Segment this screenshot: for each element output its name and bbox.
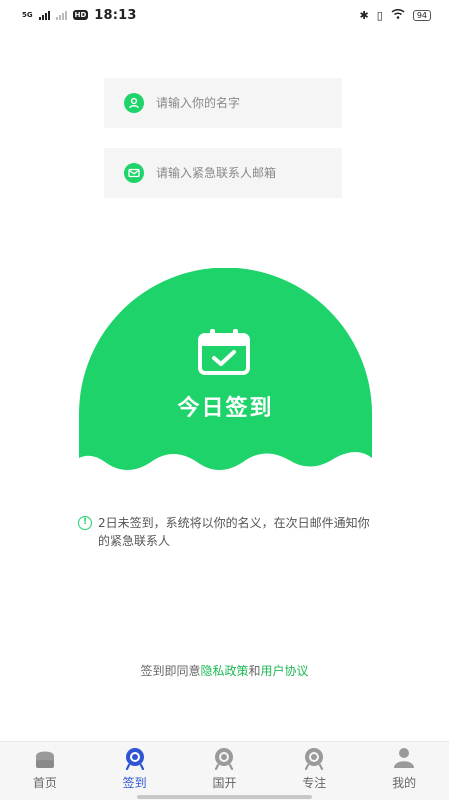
agreement-text: 签到即同意隐私政策和用户协议 [0,662,449,679]
privacy-policy-link[interactable]: 隐私政策 [200,664,248,678]
tab-guokai-label: 国开 [212,776,237,790]
email-input[interactable] [156,166,326,180]
email-field[interactable] [104,148,342,198]
agreement-prefix: 签到即同意 [140,664,201,678]
vibrate-icon: ▯ [376,8,383,22]
home-indicator[interactable] [137,795,312,799]
tab-bar: 首页 签到 国开 专注 我的 [0,741,449,800]
tab-signin-label: 签到 [122,776,147,790]
notice-text: 2日未签到，系统将以你的名义，在次日邮件通知你的紧急联系人 [98,516,370,548]
status-right: ✱ ▯ 94 [360,8,431,22]
guokai-icon [211,746,237,770]
tab-focus[interactable]: 专注 [279,746,349,800]
focus-icon [301,746,327,770]
tab-profile[interactable]: 我的 [369,746,439,800]
signin-shape [79,268,372,470]
name-input[interactable] [156,96,326,110]
bluetooth-icon: ✱ [359,8,369,22]
tab-home[interactable]: 首页 [10,746,80,800]
profile-icon [391,746,417,770]
info-icon: ! [78,516,92,530]
battery-icon: 94 [412,9,431,21]
home-icon [32,746,58,770]
tab-signin[interactable]: 签到 [100,746,170,800]
user-agreement-link[interactable]: 用户协议 [261,664,309,678]
clock: 18:13 [94,7,137,23]
signin-button[interactable]: 今日签到 [79,268,372,485]
tab-guokai[interactable]: 国开 [189,746,259,800]
tab-home-label: 首页 [32,776,57,790]
hd-badge: HD [72,10,89,20]
wifi-icon [391,8,405,22]
signin-tab-icon [122,746,148,770]
tab-profile-label: 我的 [392,776,417,790]
user-icon [124,93,144,113]
status-bar: 5G HD 18:13 ✱ ▯ 94 [0,0,449,30]
tab-focus-label: 专注 [302,776,327,790]
network-type: 5G [22,10,33,19]
agreement-and: 和 [248,664,261,678]
signal-secondary-icon [55,10,67,20]
calendar-check-icon [198,329,250,375]
signal-icon [38,10,50,20]
status-left: 5G HD 18:13 [22,8,137,23]
signin-label: 今日签到 [177,396,274,421]
name-field[interactable] [104,78,342,128]
notice: ! 2日未签到，系统将以你的名义，在次日邮件通知你的紧急联系人 [78,514,378,550]
mail-icon [124,163,144,183]
